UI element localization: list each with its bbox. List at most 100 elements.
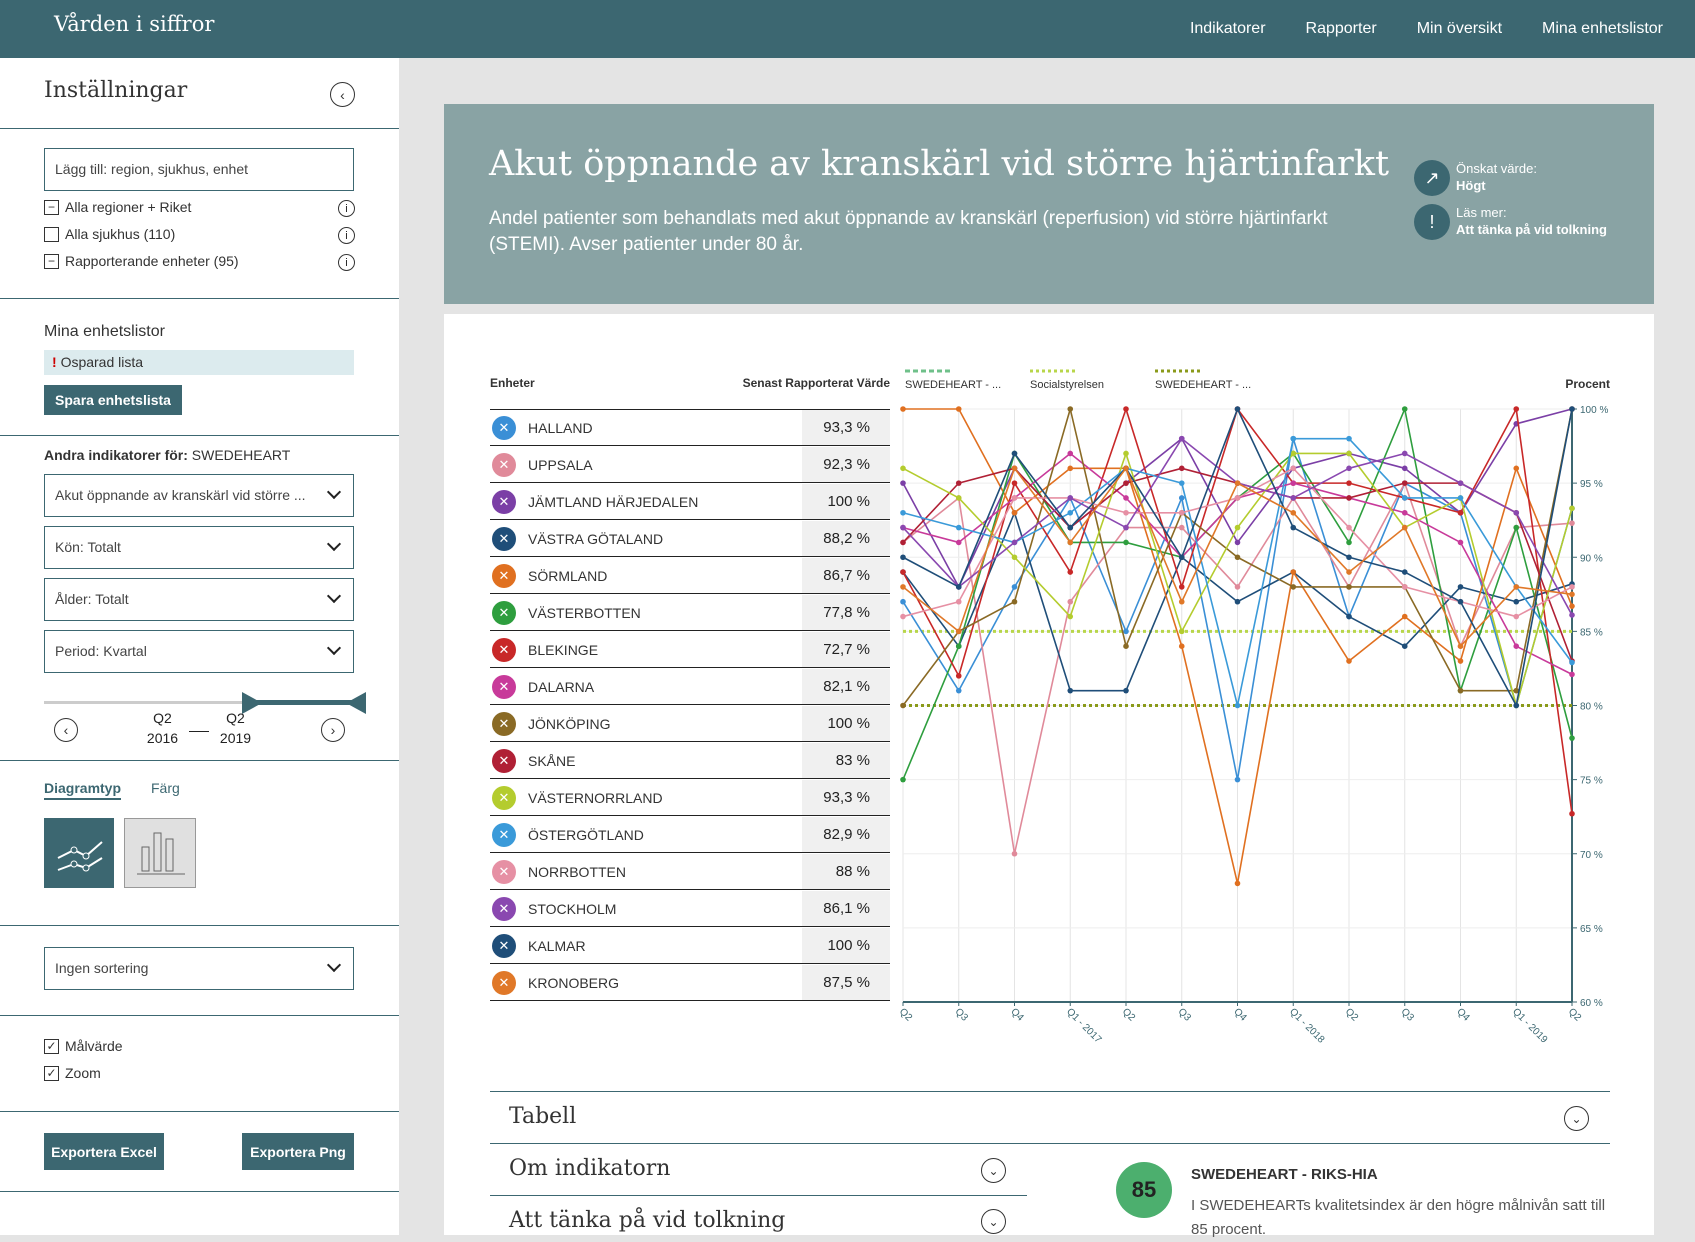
checkbox-empty-icon[interactable] bbox=[44, 226, 59, 242]
unit-value: 86,7 % bbox=[802, 558, 890, 593]
remove-unit-icon[interactable]: ✕ bbox=[492, 452, 516, 477]
remove-unit-icon[interactable]: ✕ bbox=[492, 711, 516, 736]
checkbox-minus-icon[interactable]: − bbox=[44, 199, 59, 215]
range-from-year: 2016 bbox=[146, 730, 179, 746]
remove-unit-icon[interactable]: ✕ bbox=[492, 674, 516, 699]
export-excel-button[interactable]: Exportera Excel bbox=[44, 1133, 164, 1170]
accordion-tabell[interactable]: Tabell bbox=[509, 1104, 576, 1129]
read-more-link[interactable]: Att tänka på vid tolkning bbox=[1456, 222, 1607, 237]
info-icon[interactable]: i bbox=[338, 227, 355, 244]
table-row: ✕ SÖRMLAND 86,7 % bbox=[490, 558, 890, 594]
divider bbox=[490, 1143, 1610, 1144]
tab-diagramtyp[interactable]: Diagramtyp bbox=[44, 780, 122, 800]
checkbox-minus-icon[interactable]: − bbox=[44, 253, 59, 269]
remove-unit-icon[interactable]: ✕ bbox=[492, 859, 516, 884]
filter-alla-sjukhus[interactable]: Alla sjukhus (110) bbox=[44, 226, 175, 242]
divider bbox=[0, 1111, 399, 1112]
search-input[interactable]: Lägg till: region, sjukhus, enhet bbox=[44, 148, 354, 191]
export-png-button[interactable]: Exportera Png bbox=[242, 1133, 354, 1170]
info-icon[interactable]: i bbox=[338, 254, 355, 271]
accordion-om-indikatorn[interactable]: Om indikatorn bbox=[509, 1156, 670, 1181]
desired-value-text: Högt bbox=[1456, 178, 1486, 193]
checkbox-checked-icon[interactable]: ✓ bbox=[44, 1065, 59, 1081]
kon-select[interactable]: Kön: Totalt bbox=[44, 526, 354, 569]
info-exclamation-icon[interactable]: ! bbox=[1414, 204, 1450, 240]
unit-value: 100 % bbox=[802, 928, 890, 963]
remove-unit-icon[interactable]: ✕ bbox=[492, 822, 516, 847]
check-label: Zoom bbox=[65, 1065, 101, 1081]
kon-label: Kön: bbox=[55, 539, 84, 555]
tab-farg[interactable]: Färg bbox=[151, 780, 180, 796]
period-next-button[interactable]: › bbox=[321, 718, 345, 742]
info-icon[interactable]: i bbox=[338, 200, 355, 217]
filter-alla-regioner[interactable]: − Alla regioner + Riket bbox=[44, 199, 191, 215]
unit-name: ÖSTERGÖTLAND bbox=[528, 826, 644, 843]
save-list-button[interactable]: Spara enhetslista bbox=[44, 385, 182, 415]
nav-indikatorer[interactable]: Indikatorer bbox=[1190, 20, 1266, 38]
remove-unit-icon[interactable]: ✕ bbox=[492, 563, 516, 588]
filter-label: Alla sjukhus (110) bbox=[65, 226, 176, 242]
unsaved-label: Osparad lista bbox=[60, 354, 144, 370]
arrow-up-right-icon: ↗ bbox=[1414, 160, 1450, 196]
alder-label: Ålder: bbox=[55, 591, 92, 607]
unit-value: 93,3 % bbox=[802, 780, 890, 815]
unit-value: 100 % bbox=[802, 484, 890, 519]
filter-rapporterande[interactable]: − Rapporterande enheter (95) bbox=[44, 253, 239, 269]
period-select[interactable]: Period: Kvartal bbox=[44, 630, 354, 673]
remove-unit-icon[interactable]: ✕ bbox=[492, 970, 516, 995]
remove-unit-icon[interactable]: ✕ bbox=[492, 637, 516, 662]
indicator-select[interactable]: Akut öppnande av kranskärl vid större ..… bbox=[44, 474, 354, 517]
check-zoom[interactable]: ✓ Zoom bbox=[44, 1065, 101, 1081]
range-to: Q2 2019 bbox=[213, 708, 258, 748]
remove-unit-icon[interactable]: ✕ bbox=[492, 489, 516, 514]
indicator-description: Andel patienter som behandlats med akut … bbox=[489, 208, 1328, 255]
line-chart-type-button[interactable] bbox=[44, 818, 114, 888]
checkbox-checked-icon[interactable]: ✓ bbox=[44, 1038, 59, 1054]
table-row: ✕ UPPSALA 92,3 % bbox=[490, 447, 890, 483]
settings-sidebar: Inställningar ‹ Lägg till: region, sjukh… bbox=[0, 58, 399, 1235]
collapse-sidebar-button[interactable]: ‹ bbox=[330, 82, 355, 107]
chevron-down-icon[interactable]: ⌄ bbox=[1564, 1106, 1589, 1131]
check-label: Målvärde bbox=[65, 1038, 123, 1054]
kon-value: Totalt bbox=[87, 539, 121, 555]
brand-logo[interactable]: Vården i siffror bbox=[54, 12, 214, 36]
remove-unit-icon[interactable]: ✕ bbox=[492, 600, 516, 625]
unit-value: 93,3 % bbox=[802, 410, 890, 445]
nav-min-oversikt[interactable]: Min översikt bbox=[1417, 20, 1502, 38]
read-more[interactable]: Läs mer: Att tänka på vid tolkning bbox=[1456, 204, 1607, 238]
slider-end-handle[interactable] bbox=[346, 692, 366, 714]
chevron-down-icon[interactable]: ⌄ bbox=[981, 1158, 1006, 1183]
period-range-slider[interactable] bbox=[44, 692, 366, 714]
main-nav: Indikatorer Rapporter Min översikt Mina … bbox=[1190, 20, 1663, 38]
bar-chart-type-button[interactable] bbox=[124, 818, 196, 888]
table-row: ✕ VÄSTRA GÖTALAND 88,2 % bbox=[490, 521, 890, 557]
accordion-att-tanka[interactable]: Att tänka på vid tolkning bbox=[509, 1208, 785, 1233]
remove-unit-icon[interactable]: ✕ bbox=[492, 748, 516, 773]
chevron-down-icon[interactable]: ⌄ bbox=[981, 1209, 1006, 1234]
unit-value: 82,1 % bbox=[802, 669, 890, 704]
remove-unit-icon[interactable]: ✕ bbox=[492, 415, 516, 440]
unit-name: VÄSTRA GÖTALAND bbox=[528, 530, 664, 547]
nav-mina-enhetslistor[interactable]: Mina enhetslistor bbox=[1542, 20, 1663, 38]
period-prev-button[interactable]: ‹ bbox=[54, 718, 78, 742]
unit-value: 87,5 % bbox=[802, 965, 890, 1000]
other-indicators-title: Andra indikatorer för: SWEDEHEART bbox=[44, 447, 290, 463]
sort-select-value: Ingen sortering bbox=[55, 960, 149, 976]
read-label: Läs mer: bbox=[1456, 205, 1507, 220]
alder-select[interactable]: Ålder: Totalt bbox=[44, 578, 354, 621]
warning-icon: ! bbox=[52, 354, 57, 370]
check-malvarde[interactable]: ✓ Målvärde bbox=[44, 1038, 123, 1054]
unit-name: KRONOBERG bbox=[528, 974, 620, 991]
slider-range bbox=[249, 700, 359, 705]
table-row: ✕ STOCKHOLM 86,1 % bbox=[490, 891, 890, 927]
remove-unit-icon[interactable]: ✕ bbox=[492, 896, 516, 921]
mylists-title: Mina enhetslistor bbox=[44, 323, 165, 340]
remove-unit-icon[interactable]: ✕ bbox=[492, 785, 516, 810]
divider bbox=[0, 1191, 399, 1192]
remove-unit-icon[interactable]: ✕ bbox=[492, 526, 516, 551]
sort-select[interactable]: Ingen sortering bbox=[44, 947, 354, 990]
remove-unit-icon[interactable]: ✕ bbox=[492, 933, 516, 958]
range-dash bbox=[189, 731, 209, 732]
nav-rapporter[interactable]: Rapporter bbox=[1306, 20, 1377, 38]
col-header-value: Senast Rapporterat Värde bbox=[742, 376, 890, 390]
